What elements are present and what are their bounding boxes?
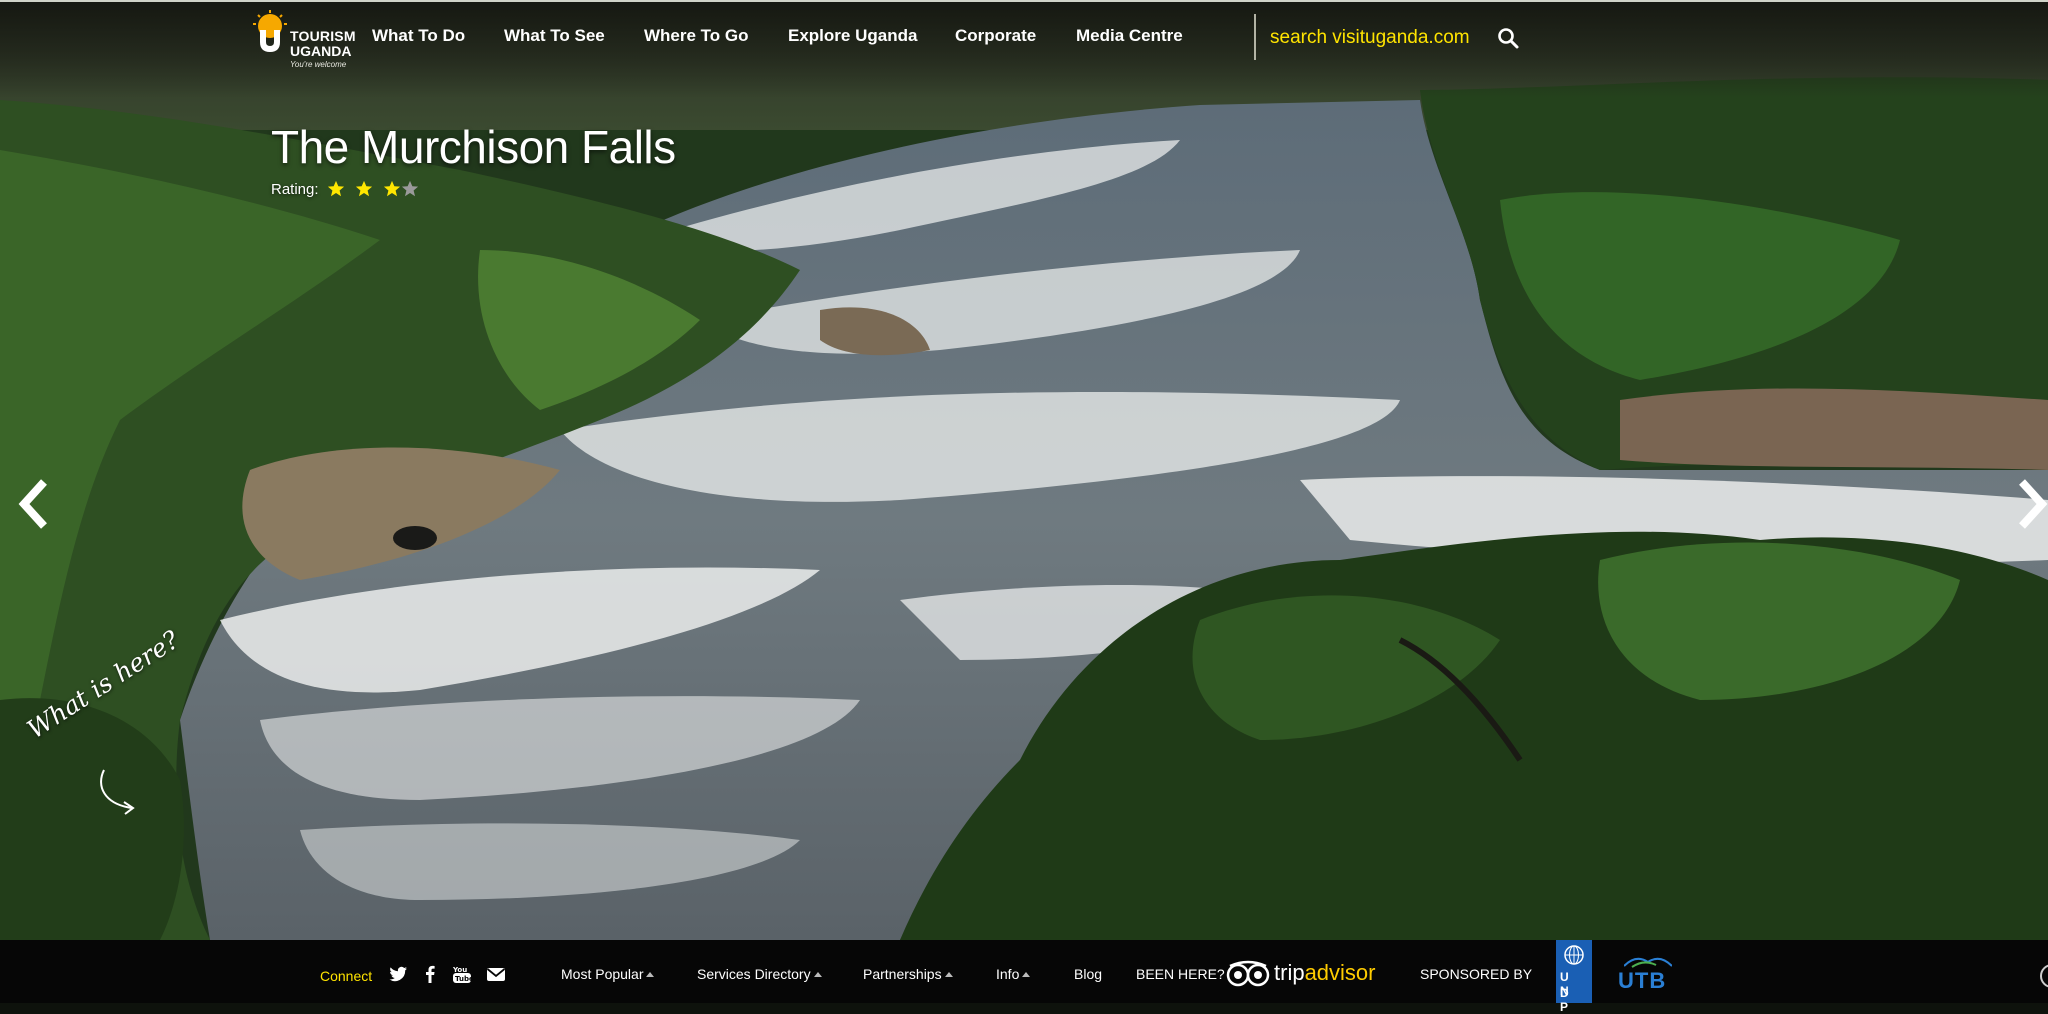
brand-line-2: UGANDA bbox=[290, 43, 352, 59]
been-here-label: BEEN HERE? bbox=[1136, 966, 1225, 982]
footer-bar: Connect You Tube Most Popular Services D… bbox=[0, 940, 2048, 1014]
svg-text:You: You bbox=[452, 966, 467, 974]
caret-up-icon bbox=[1022, 972, 1031, 977]
nav-what-to-see[interactable]: What To See bbox=[504, 26, 605, 46]
nav-where-to-go[interactable]: Where To Go bbox=[644, 26, 749, 46]
sunrise-u-logo-icon bbox=[253, 10, 287, 52]
twitter-icon[interactable] bbox=[388, 964, 408, 984]
rating-label: Rating: bbox=[271, 181, 319, 198]
star-icon bbox=[355, 180, 373, 197]
nav-explore-uganda[interactable]: Explore Uganda bbox=[788, 26, 917, 46]
sponsored-by-label: SPONSORED BY bbox=[1420, 966, 1533, 982]
previous-slide-arrow-icon[interactable] bbox=[14, 476, 54, 532]
star-icon bbox=[383, 180, 401, 197]
tourism-uganda-logo[interactable]: TOURISM UGANDA You're welcome bbox=[252, 10, 356, 69]
undp-logo[interactable]: U N D P bbox=[1556, 940, 1592, 1014]
footer-blog[interactable]: Blog bbox=[1074, 966, 1102, 982]
caret-up-icon bbox=[646, 972, 655, 977]
youtube-icon[interactable]: You Tube bbox=[452, 964, 472, 984]
caret-up-icon bbox=[813, 972, 822, 977]
footer-services-directory[interactable]: Services Directory bbox=[697, 966, 822, 982]
footer-most-popular-label: Most Popular bbox=[561, 966, 644, 982]
caret-up-icon bbox=[944, 972, 953, 977]
next-slide-arrow-icon[interactable] bbox=[2014, 476, 2048, 532]
un-globe-icon bbox=[1564, 945, 1584, 965]
nav-what-to-do[interactable]: What To Do bbox=[372, 26, 465, 46]
connect-label: Connect bbox=[320, 968, 373, 984]
utb-logo[interactable]: UTB bbox=[1618, 954, 1678, 994]
footer-partnerships[interactable]: Partnerships bbox=[863, 966, 953, 982]
star-icon bbox=[327, 180, 345, 197]
utb-hills-icon bbox=[1624, 957, 1672, 968]
brand-tagline: You're welcome bbox=[290, 60, 347, 69]
brand-line-1: TOURISM bbox=[290, 28, 356, 44]
nav-corporate[interactable]: Corporate bbox=[955, 26, 1036, 46]
tripadvisor-trip: trip bbox=[1274, 960, 1305, 985]
top-navigation: TOURISM UGANDA You're welcome What To Do… bbox=[0, 0, 2048, 98]
utb-label: UTB bbox=[1618, 968, 1667, 993]
footer-most-popular[interactable]: Most Popular bbox=[561, 966, 655, 982]
footer-partnerships-label: Partnerships bbox=[863, 966, 942, 982]
footer-services-directory-label: Services Directory bbox=[697, 966, 811, 982]
footer-info-label: Info bbox=[996, 966, 1020, 982]
what-is-here-link[interactable]: What is here? bbox=[14, 625, 184, 820]
curved-arrow-icon bbox=[100, 769, 135, 815]
nav-divider bbox=[1254, 14, 1256, 60]
facebook-icon[interactable] bbox=[420, 964, 440, 984]
accessibility-circle-icon[interactable] bbox=[2040, 964, 2048, 988]
search-icon[interactable] bbox=[1496, 26, 1520, 50]
page-title: The Murchison Falls bbox=[271, 121, 676, 173]
tripadvisor-owl-icon[interactable] bbox=[1226, 960, 1270, 988]
tripadvisor-advisor: advisor bbox=[1304, 960, 1376, 985]
footer-info[interactable]: Info bbox=[996, 966, 1031, 982]
undp-line-2: D P bbox=[1560, 986, 1575, 1014]
tripadvisor-logo[interactable]: tripadvisor bbox=[1274, 960, 1375, 986]
star-empty-icon bbox=[401, 180, 419, 197]
nav-media-centre[interactable]: Media Centre bbox=[1076, 26, 1183, 46]
search-input[interactable] bbox=[1268, 20, 1502, 56]
email-icon[interactable] bbox=[486, 964, 506, 984]
svg-text:Tube: Tube bbox=[455, 975, 472, 983]
